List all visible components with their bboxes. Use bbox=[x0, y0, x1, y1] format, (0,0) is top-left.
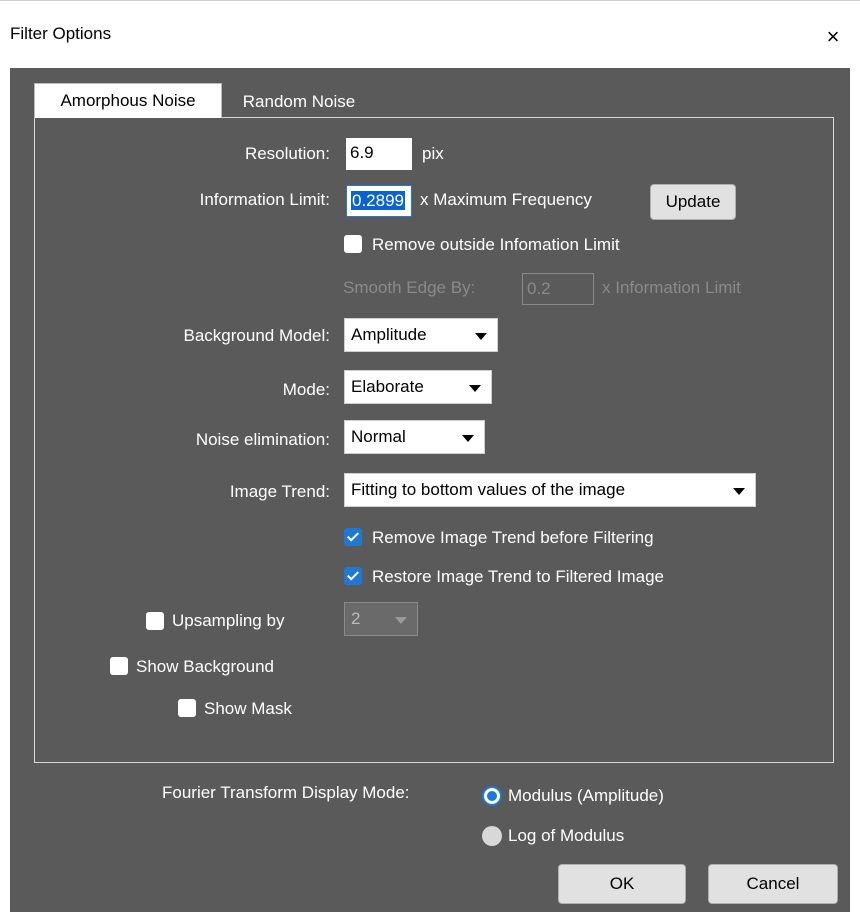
smooth-edge-label: Smooth Edge By: bbox=[343, 278, 476, 297]
background-model-select[interactable]: Amplitude bbox=[344, 318, 498, 352]
dialog-body: Amorphous Noise Random Noise Resolution:… bbox=[10, 68, 850, 912]
tab-random-noise[interactable]: Random Noise bbox=[224, 85, 374, 119]
radio-log-modulus-label: Log of Modulus bbox=[508, 826, 625, 845]
information-limit-input[interactable]: 0.2899 bbox=[346, 185, 412, 217]
chevron-down-icon bbox=[475, 333, 487, 340]
cancel-button[interactable]: Cancel bbox=[708, 864, 838, 904]
image-trend-value: Fitting to bottom values of the image bbox=[351, 480, 626, 499]
smooth-edge-input[interactable]: 0.2 bbox=[522, 273, 594, 305]
remove-trend-label: Remove Image Trend before Filtering bbox=[372, 528, 654, 547]
remove-outside-label: Remove outside Infomation Limit bbox=[372, 235, 620, 254]
show-background-label: Show Background bbox=[136, 657, 274, 676]
upsampling-select[interactable]: 2 bbox=[344, 602, 418, 636]
restore-trend-label: Restore Image Trend to Filtered Image bbox=[372, 567, 664, 586]
information-limit-label: Information Limit: bbox=[199, 190, 330, 209]
dialog-title: Filter Options bbox=[10, 24, 112, 43]
show-mask-label: Show Mask bbox=[204, 699, 292, 718]
remove-trend-checkbox[interactable] bbox=[344, 528, 362, 546]
chevron-down-icon bbox=[395, 617, 407, 624]
mode-value: Elaborate bbox=[351, 377, 424, 396]
noise-elimination-select[interactable]: Normal bbox=[344, 420, 485, 454]
upsampling-checkbox[interactable] bbox=[146, 612, 164, 630]
chevron-down-icon bbox=[462, 435, 474, 442]
upsampling-label: Upsampling by bbox=[172, 611, 285, 630]
chevron-down-icon bbox=[469, 385, 481, 392]
mode-select[interactable]: Elaborate bbox=[344, 370, 492, 404]
restore-trend-checkbox[interactable] bbox=[344, 567, 362, 585]
radio-modulus-label: Modulus (Amplitude) bbox=[508, 786, 664, 805]
mode-label: Mode: bbox=[282, 380, 330, 399]
chevron-down-icon bbox=[733, 488, 745, 495]
background-model-value: Amplitude bbox=[351, 325, 427, 344]
upsampling-value: 2 bbox=[351, 609, 361, 628]
noise-elimination-value: Normal bbox=[351, 427, 406, 446]
remove-outside-checkbox[interactable] bbox=[344, 235, 362, 253]
resolution-label: Resolution: bbox=[244, 144, 330, 163]
ok-button[interactable]: OK bbox=[558, 864, 686, 904]
tab-amorphous-noise[interactable]: Amorphous Noise bbox=[34, 83, 222, 118]
close-icon[interactable]: × bbox=[823, 26, 843, 48]
smooth-edge-suffix: x Information Limit bbox=[602, 278, 741, 297]
title-bar: Filter Options × bbox=[0, 0, 860, 69]
filter-options-dialog: Filter Options × Amorphous Noise Random … bbox=[0, 0, 860, 912]
show-mask-checkbox[interactable] bbox=[178, 699, 196, 717]
information-limit-value: 0.2899 bbox=[351, 191, 405, 210]
image-trend-select[interactable]: Fitting to bottom values of the image bbox=[344, 473, 756, 507]
update-button[interactable]: Update bbox=[650, 184, 736, 220]
information-limit-suffix: x Maximum Frequency bbox=[420, 190, 592, 209]
show-background-checkbox[interactable] bbox=[110, 657, 128, 675]
ft-display-label: Fourier Transform Display Mode: bbox=[162, 783, 410, 802]
radio-log-modulus[interactable] bbox=[482, 826, 502, 846]
resolution-unit: pix bbox=[422, 144, 444, 163]
image-trend-label: Image Trend: bbox=[229, 482, 330, 501]
noise-elimination-label: Noise elimination: bbox=[195, 430, 330, 449]
resolution-input[interactable]: 6.9 bbox=[346, 138, 412, 170]
radio-modulus[interactable] bbox=[482, 786, 502, 806]
background-model-label: Background Model: bbox=[183, 326, 330, 345]
